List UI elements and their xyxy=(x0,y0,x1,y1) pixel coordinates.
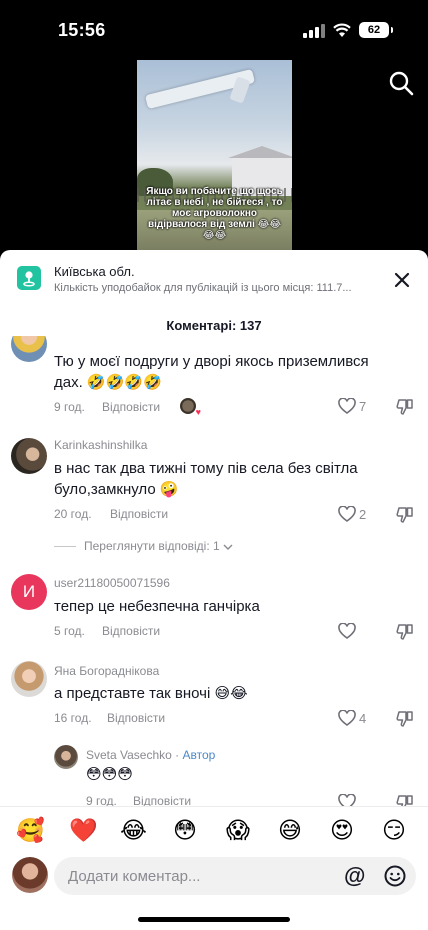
emoji-button[interactable]: 🥰 xyxy=(16,817,45,843)
reply-time: 9 год. xyxy=(86,794,117,806)
comments-sheet: Київська обл. Кількість уподобайок для п… xyxy=(0,250,428,930)
avatar[interactable] xyxy=(11,661,47,697)
comment-text: Тю у моєї подруги у дворі якось приземли… xyxy=(54,353,369,391)
comment-text: тепер це небезпечна ганчірка xyxy=(54,598,260,615)
like-heart-icon[interactable] xyxy=(338,398,356,414)
status-bar: 15:56 62 xyxy=(0,0,428,62)
view-replies-button[interactable]: Переглянути відповіді: 1 xyxy=(54,539,233,553)
avatar[interactable] xyxy=(54,745,78,769)
dislike-icon[interactable] xyxy=(396,623,414,641)
reply-separator: · xyxy=(175,748,180,762)
chevron-down-icon xyxy=(223,544,233,550)
reply-button[interactable]: Відповісти xyxy=(133,794,191,806)
like-count: 7 xyxy=(359,399,367,414)
home-indicator[interactable] xyxy=(138,917,290,922)
emoji-button[interactable]: 😱 xyxy=(226,817,250,843)
status-time: 15:56 xyxy=(58,20,106,40)
author-badge: Автор xyxy=(182,748,216,762)
reply-button[interactable]: Відповісти xyxy=(110,507,168,521)
view-replies-divider xyxy=(54,546,76,548)
comment-time: 20 год. xyxy=(54,507,92,521)
video-caption: Якщо ви побачите що щось літає в небі , … xyxy=(146,186,283,241)
reply-username-text: Sveta Vasechko xyxy=(86,748,172,762)
like-heart-icon[interactable] xyxy=(338,623,356,639)
comment-time: 16 год. xyxy=(54,711,92,725)
comments-list[interactable]: Тю у моєї подруги у дворі якось приземли… xyxy=(0,336,428,806)
comment-text: в нас так два тижні тому пів села без св… xyxy=(54,460,358,498)
location-pin-icon xyxy=(17,266,41,290)
avatar[interactable]: И xyxy=(11,574,47,610)
reply-button[interactable]: Відповісти xyxy=(102,400,160,414)
location-subtitle: Кількість уподобайок для публікацій із ц… xyxy=(54,282,352,294)
comment-time: 9 год. xyxy=(54,400,85,414)
like-heart-icon[interactable] xyxy=(338,506,356,522)
comment-input[interactable] xyxy=(68,857,338,895)
dislike-icon[interactable] xyxy=(396,398,414,416)
comment-username[interactable]: Яна Богораднікова xyxy=(54,664,159,678)
comment-input-box[interactable]: @ xyxy=(54,857,416,895)
wifi-icon xyxy=(333,23,351,37)
avatar[interactable] xyxy=(11,336,47,362)
emoji-quick-bar: 🥰 ❤️ 😂 😳 😱 😅 😍 😏 xyxy=(0,806,428,852)
like-count: 2 xyxy=(359,507,367,522)
reply-button[interactable]: Відповісти xyxy=(107,711,165,725)
emoji-button[interactable]: ❤️ xyxy=(69,817,98,843)
creator-liked-avatar: ♥ xyxy=(180,398,201,417)
comment-username[interactable]: user21180050071596 xyxy=(54,576,170,590)
comments-label: Коментарі: xyxy=(166,318,237,333)
my-avatar xyxy=(12,857,48,893)
mention-button[interactable]: @ xyxy=(344,863,365,889)
location-title: Київська обл. xyxy=(54,264,135,279)
emoji-button[interactable]: 😅 xyxy=(278,817,302,843)
comment-username[interactable]: Karinkashinshilka xyxy=(54,438,147,452)
comments-count: 137 xyxy=(239,318,262,333)
dislike-icon[interactable] xyxy=(396,794,414,806)
avatar[interactable] xyxy=(11,438,47,474)
like-heart-icon[interactable] xyxy=(338,794,356,806)
location-bar[interactable]: Київська обл. Кількість уподобайок для п… xyxy=(0,250,428,308)
emoji-picker-icon[interactable] xyxy=(384,865,406,887)
battery-indicator: 62 xyxy=(359,22,393,38)
video-thumbnail[interactable]: Якщо ви побачите що щось літає в небі , … xyxy=(137,60,292,250)
reply-button[interactable]: Відповісти xyxy=(102,624,160,638)
dislike-icon[interactable] xyxy=(396,506,414,524)
creator-heart-icon: ♥ xyxy=(195,407,201,417)
like-heart-icon[interactable] xyxy=(338,710,356,726)
emoji-button[interactable]: 😂 xyxy=(120,817,147,843)
emoji-button[interactable]: 😳 xyxy=(173,817,197,843)
comment-text: а представте так вночі 😅😂 xyxy=(54,685,248,702)
like-count: 4 xyxy=(359,711,367,726)
dislike-icon[interactable] xyxy=(396,710,414,728)
comment-input-row: @ xyxy=(0,852,428,902)
view-replies-label: Переглянути відповіді: 1 xyxy=(84,539,220,553)
cellular-signal-icon xyxy=(303,24,325,38)
search-icon[interactable] xyxy=(388,70,414,96)
comments-count-header: Коментарі: 137 xyxy=(0,318,428,333)
reply-text: 😳😳😳 xyxy=(86,766,133,783)
reply-username[interactable]: Sveta Vasechko · Автор xyxy=(86,748,215,762)
emoji-button[interactable]: 😍 xyxy=(330,817,354,843)
close-icon[interactable] xyxy=(390,268,414,292)
emoji-button[interactable]: 😏 xyxy=(382,817,406,843)
comment-time: 5 год. xyxy=(54,624,85,638)
